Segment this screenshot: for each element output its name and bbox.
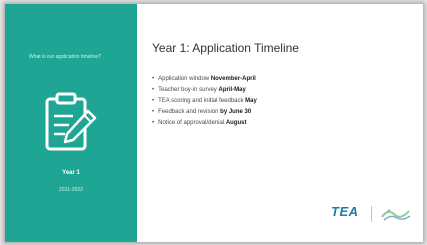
clipboard-icon	[45, 92, 97, 151]
sidebar-year: Year 1	[62, 170, 80, 176]
page-title: Year 1: Application Timeline	[152, 41, 299, 55]
emblem-icon	[381, 209, 411, 221]
sidebar-year-range: 2021-2022	[59, 187, 83, 193]
list-item: Notice of approval/denial August	[152, 118, 257, 129]
list-item: TEA scoring and initial feedback May	[152, 96, 257, 107]
timeline-list: Application window November-April Teache…	[152, 74, 257, 129]
logo-divider	[371, 206, 372, 222]
tea-logo: TEA	[331, 204, 359, 219]
sidebar: What is our application timeline? Year 1…	[5, 4, 137, 242]
main-content: Year 1: Application Timeline Application…	[137, 4, 423, 242]
footer-logo: TEA	[331, 202, 423, 226]
list-item: Teacher buy-in survey April-May	[152, 85, 257, 96]
list-item: Application window November-April	[152, 74, 257, 85]
list-item: Feedback and revision by June 30	[152, 107, 257, 118]
slide: What is our application timeline? Year 1…	[5, 4, 423, 242]
sidebar-subtitle: What is our application timeline?	[29, 54, 101, 60]
